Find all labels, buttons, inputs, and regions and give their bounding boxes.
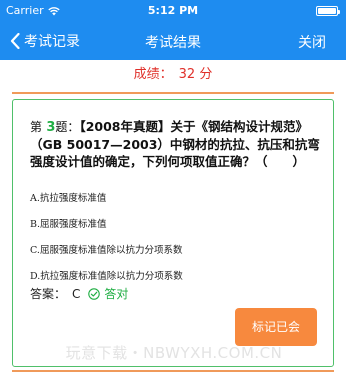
score-label: 成绩：: [133, 67, 173, 82]
nav-bar: 考试记录 考试结果 关闭: [0, 22, 346, 60]
check-circle-icon: [88, 287, 101, 300]
score-value: 32 分: [178, 67, 213, 82]
question-prefix: 第: [30, 120, 43, 134]
mark-known-button[interactable]: 标记已会: [235, 308, 317, 346]
question-card: 第 3题：【2008年真题】关于《钢结构设计规范》（GB 50017—2003）…: [12, 99, 334, 367]
option-d[interactable]: D.抗拉强度标准值除以抗力分项系数: [30, 268, 183, 282]
result-text: 答对: [104, 287, 129, 301]
status-time: 5:12 PM: [147, 4, 199, 17]
answer-value: C: [72, 286, 81, 301]
option-b[interactable]: B.屈服强度标准值: [30, 216, 107, 230]
option-a[interactable]: A.抗拉强度标准值: [30, 190, 106, 204]
bottom-divider: [12, 370, 334, 372]
close-button[interactable]: 关闭: [298, 32, 326, 52]
question-text: 第 3题：【2008年真题】关于《钢结构设计规范》（GB 50017—2003）…: [30, 118, 322, 170]
status-bar: Carrier 5:12 PM: [0, 0, 346, 22]
answer-label: 答案：: [30, 287, 67, 301]
page-title: 考试结果: [145, 35, 201, 51]
battery-icon: [316, 6, 340, 16]
question-prefix-after: 题：: [55, 120, 80, 134]
score-divider: [12, 92, 334, 94]
option-c[interactable]: C.屈服强度标准值除以抗力分项系数: [30, 242, 182, 256]
watermark: 玩意下载・NBWYXH.COM.CN: [65, 344, 283, 362]
score-row: 成绩： 32 分: [0, 62, 346, 88]
answer-row: 答案： C 答对: [30, 285, 128, 302]
